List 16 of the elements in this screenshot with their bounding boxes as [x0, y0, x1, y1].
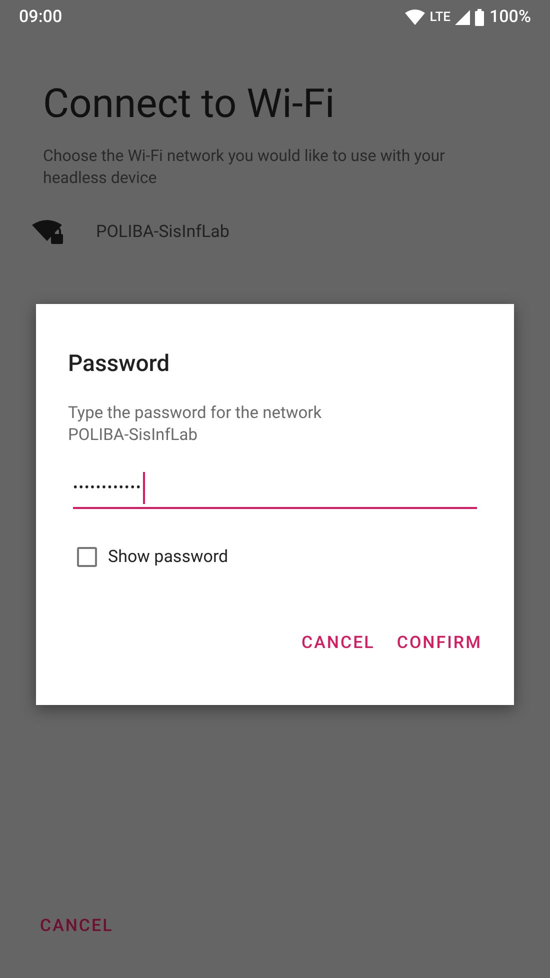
checkbox-label: Show password	[108, 547, 228, 567]
page-title: Connect to Wi-Fi	[43, 80, 336, 127]
cancel-button[interactable]: CANCEL	[294, 625, 383, 661]
network-name[interactable]: POLIBA-SisInfLab	[96, 222, 230, 242]
checkbox[interactable]	[77, 547, 97, 567]
dialog-message: Type the password for the network POLIBA-SisInfLab	[68, 403, 323, 447]
confirm-button[interactable]: CONFIRM	[388, 625, 490, 661]
network-type: LTE	[430, 10, 450, 24]
dialog-title: Password	[68, 350, 171, 377]
clock: 09:00	[19, 7, 62, 27]
page-subtitle: Choose the Wi-Fi network you would like to use with your headless device	[43, 145, 446, 189]
battery-icon	[475, 8, 484, 26]
signal-icon	[455, 10, 470, 24]
wifi-icon	[404, 9, 425, 25]
battery-level: 100%	[489, 7, 531, 27]
password-field[interactable]: ••••••••••••	[73, 469, 477, 509]
